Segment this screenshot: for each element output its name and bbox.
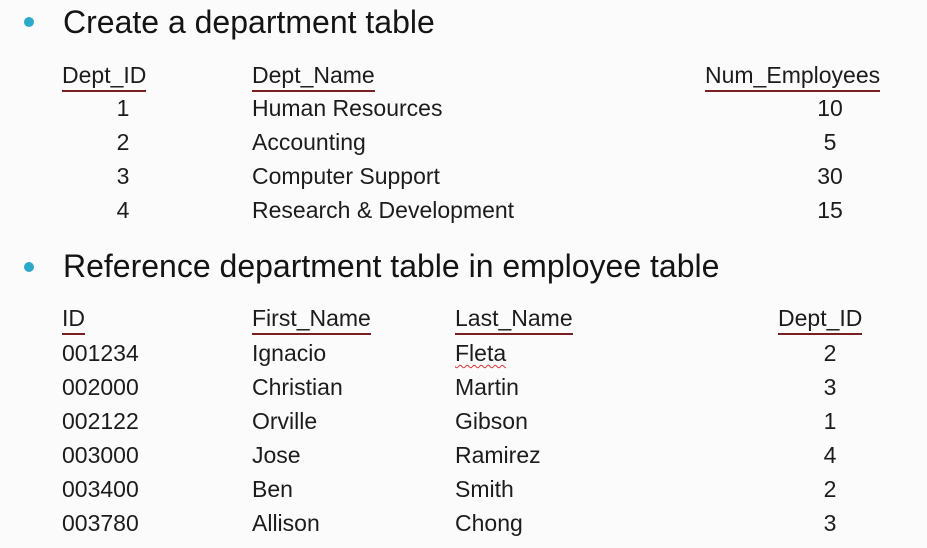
bullet-text: Create a department table [63, 4, 435, 40]
employee-id-cell: 002000 [62, 374, 139, 400]
dept-name-cell: Computer Support [252, 163, 440, 189]
bullet-dot-icon [24, 17, 34, 27]
last-name-cell: Gibson [455, 408, 528, 434]
col-header-first-name: First_Name [252, 303, 371, 335]
first-name-cell: Ignacio [252, 340, 327, 366]
employee-id-cell: 003000 [62, 442, 139, 468]
num-employees-cell: 30 [817, 163, 843, 189]
num-employees-cell: 5 [823, 129, 837, 155]
last-name-cell: Chong [455, 510, 523, 536]
last-name-cell: Martin [455, 374, 519, 400]
employee-id-cell: 003780 [62, 510, 139, 536]
bullet-text: Reference department table in employee t… [63, 248, 720, 284]
first-name-cell: Christian [252, 374, 343, 400]
col-header-num-employees: Num_Employees [705, 60, 881, 92]
first-name-cell: Allison [252, 510, 320, 536]
dept-id-cell: 4 [823, 442, 837, 468]
first-name-cell: Ben [252, 476, 293, 502]
dept-id-cell: 1 [823, 408, 837, 434]
employee-id-cell: 003400 [62, 476, 139, 502]
dept-id-cell: 3 [823, 510, 837, 536]
last-name-cell: Ramirez [455, 442, 541, 468]
dept-id-cell: 3 [116, 163, 130, 189]
bullet-reference-department: Reference department table in employee t… [0, 246, 927, 290]
first-name-cell: Orville [252, 408, 318, 434]
employee-id-cell: 002122 [62, 408, 139, 434]
dept-id-cell: 1 [116, 95, 130, 121]
col-header-id: ID [62, 303, 85, 335]
num-employees-cell: 10 [817, 95, 843, 121]
last-name-cell: Smith [455, 476, 514, 502]
bullet-dot-icon [24, 262, 34, 272]
dept-name-cell: Accounting [252, 129, 366, 155]
dept-id-cell: 2 [823, 476, 837, 502]
col-header-dept-name: Dept_Name [252, 60, 375, 92]
col-header-dept-id: Dept_ID [778, 303, 863, 335]
num-employees-cell: 15 [817, 197, 843, 223]
dept-id-cell: 3 [823, 374, 837, 400]
bullet-create-department: Create a department table [0, 2, 927, 46]
slide: Create a department table Dept_ID Dept_N… [0, 0, 927, 548]
first-name-cell: Jose [252, 442, 301, 468]
dept-name-cell: Research & Development [252, 197, 515, 223]
employee-id-cell: 001234 [62, 340, 139, 366]
dept-id-cell: 4 [116, 197, 130, 223]
dept-name-cell: Human Resources [252, 95, 443, 121]
dept-id-cell: 2 [116, 129, 130, 155]
last-name-cell: Fleta [455, 340, 507, 366]
dept-id-cell: 2 [823, 340, 837, 366]
col-header-dept-id: Dept_ID [62, 60, 147, 92]
col-header-last-name: Last_Name [455, 303, 573, 335]
